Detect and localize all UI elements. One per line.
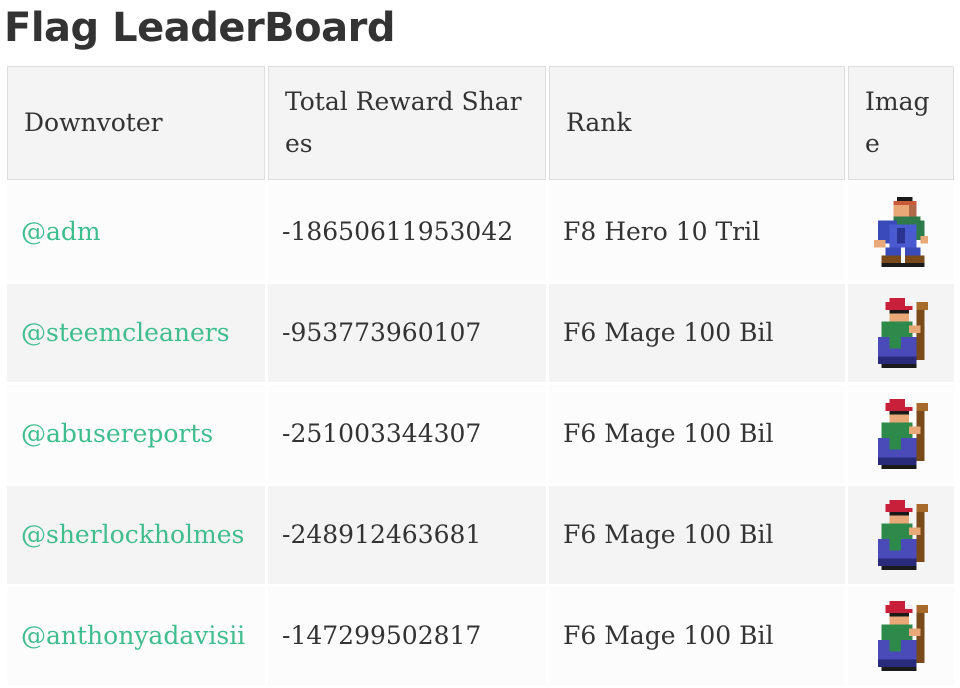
reward-shares-cell: -248912463681 — [268, 486, 546, 584]
column-header-downvoter: Downvoter — [7, 66, 265, 180]
leaderboard-table: Downvoter Total Reward Shares Rank Image… — [4, 63, 957, 688]
page-title: Flag LeaderBoard — [4, 5, 396, 51]
user-link-anthonyadavisii[interactable]: @anthonyadavisii — [21, 621, 245, 650]
mage-sprite-icon — [877, 601, 929, 671]
rank-cell: F6 Mage 100 Bil — [549, 587, 845, 685]
table-row: @anthonyadavisii -147299502817 F6 Mage 1… — [7, 587, 954, 685]
column-header-image: Image — [848, 66, 954, 180]
downvoter-cell: @adm — [7, 183, 265, 281]
table-row: @adm -18650611953042 F8 Hero 10 Tril — [7, 183, 954, 281]
user-link-adm[interactable]: @adm — [21, 217, 101, 246]
image-cell — [848, 486, 954, 584]
downvoter-cell: @sherlockholmes — [7, 486, 265, 584]
user-link-steemcleaners[interactable]: @steemcleaners — [21, 318, 230, 347]
hero-sprite-icon — [873, 197, 929, 267]
column-header-rank: Rank — [549, 66, 845, 180]
image-cell — [848, 587, 954, 685]
rank-cell: F6 Mage 100 Bil — [549, 284, 845, 382]
downvoter-cell: @abusereports — [7, 385, 265, 483]
user-link-sherlockholmes[interactable]: @sherlockholmes — [21, 520, 244, 549]
reward-shares-cell: -953773960107 — [268, 284, 546, 382]
mage-sprite-icon — [877, 500, 929, 570]
downvoter-cell: @anthonyadavisii — [7, 587, 265, 685]
rank-cell: F6 Mage 100 Bil — [549, 486, 845, 584]
table-row: @steemcleaners -953773960107 F6 Mage 100… — [7, 284, 954, 382]
mage-sprite-icon — [877, 399, 929, 469]
column-header-reward-shares: Total Reward Shares — [268, 66, 546, 180]
rank-cell: F8 Hero 10 Tril — [549, 183, 845, 281]
rank-cell: F6 Mage 100 Bil — [549, 385, 845, 483]
reward-shares-cell: -18650611953042 — [268, 183, 546, 281]
table-row: @abusereports -251003344307 F6 Mage 100 … — [7, 385, 954, 483]
user-link-abusereports[interactable]: @abusereports — [21, 419, 213, 448]
image-cell — [848, 385, 954, 483]
image-cell — [848, 183, 954, 281]
downvoter-cell: @steemcleaners — [7, 284, 265, 382]
reward-shares-cell: -251003344307 — [268, 385, 546, 483]
table-row: @sherlockholmes -248912463681 F6 Mage 10… — [7, 486, 954, 584]
image-cell — [848, 284, 954, 382]
mage-sprite-icon — [877, 298, 929, 368]
table-header-row: Downvoter Total Reward Shares Rank Image — [7, 66, 954, 180]
reward-shares-cell: -147299502817 — [268, 587, 546, 685]
